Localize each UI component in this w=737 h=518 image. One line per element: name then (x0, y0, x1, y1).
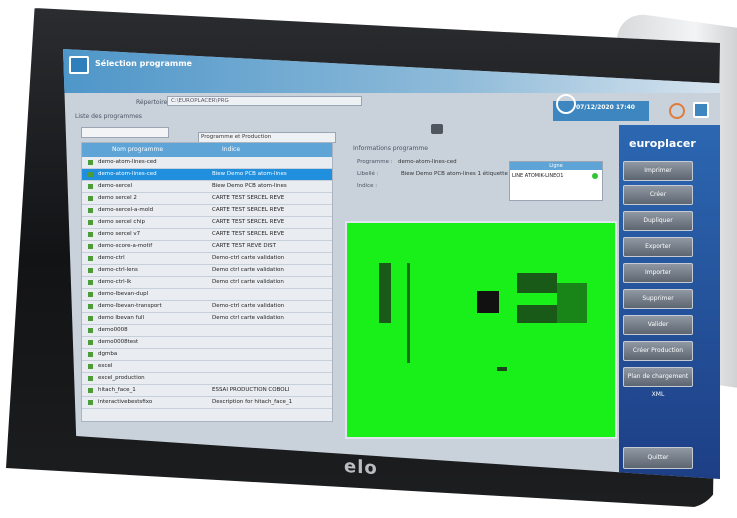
table-row[interactable]: demo-atom-lines-ced (82, 157, 332, 169)
validate-button[interactable]: Valider (623, 315, 693, 335)
pcb-chip (477, 291, 499, 313)
table-row[interactable]: demo0008 (82, 325, 332, 337)
pcb-component (379, 263, 391, 323)
table-row[interactable]: demo-ctrl Demo-ctrl carte validation (82, 253, 332, 265)
program-icon (88, 172, 93, 177)
lines-header: Ligne (510, 162, 602, 170)
quit-button[interactable]: Quitter (623, 447, 693, 469)
program-table: Nom programme Indice demo-atom-lines-ced… (81, 142, 333, 422)
table-row[interactable]: demo sercel v7 CARTE TEST SERCEL REVE (82, 229, 332, 241)
table-row[interactable]: hitach_face_1 ESSAI PRODUCTION COBOLI (82, 385, 332, 397)
table-row[interactable]: interactivebestsfixo Description for hita… (82, 397, 332, 409)
pcb-component (557, 283, 587, 323)
program-icon (88, 244, 93, 249)
app-icon (69, 56, 89, 74)
line-item[interactable]: LINE ATOMIK-LINEO1 (512, 173, 563, 179)
program-label: Programme : (357, 159, 393, 165)
status-dot-icon (592, 173, 598, 179)
table-row[interactable]: demo lbevan full Demo ctrl carte validati… (82, 313, 332, 325)
program-icon (88, 220, 93, 225)
search-input[interactable] (81, 127, 169, 138)
browse-button[interactable] (431, 124, 443, 134)
table-row[interactable]: demo-ctrl-lk Demo ctrl carte validation (82, 277, 332, 289)
program-icon (88, 304, 93, 309)
window-title: Sélection programme (95, 59, 192, 68)
table-header: Nom programme Indice (82, 143, 332, 157)
export-button[interactable]: Exporter (623, 237, 693, 257)
table-row[interactable]: demo0008test (82, 337, 332, 349)
program-icon (88, 400, 93, 405)
program-icon (88, 280, 93, 285)
path-field[interactable]: C:\EUROPLACER\PRG (167, 96, 362, 106)
import-button[interactable]: Importer (623, 263, 693, 283)
xml-loading-plan-button[interactable]: Plan de chargement XML (623, 367, 693, 398)
screen: Sélection programme Répertoire : C:\EURO… (63, 49, 720, 479)
table-row[interactable]: excel_production (82, 373, 332, 385)
program-icon (88, 160, 93, 165)
delete-button[interactable]: Supprimer (623, 289, 693, 309)
create-button[interactable]: Créer (623, 185, 693, 205)
program-icon (88, 256, 93, 261)
program-icon (88, 196, 93, 201)
program-icon (88, 388, 93, 393)
program-icon (88, 376, 93, 381)
table-row[interactable]: excel (82, 361, 332, 373)
program-icon (88, 184, 93, 189)
pcb-preview (345, 221, 617, 439)
pcb-component (407, 263, 410, 363)
indice-label: Indice : (357, 183, 378, 189)
pcb-component (517, 273, 557, 293)
table-row[interactable]: demo-sercel-a-mold CARTE TEST SERCEL REVE (82, 205, 332, 217)
program-icon (88, 340, 93, 345)
power-icon[interactable] (669, 103, 685, 119)
europlacer-logo: europlacer (629, 137, 696, 150)
pcb-component (517, 305, 557, 323)
path-label: Répertoire : (136, 99, 172, 106)
pcb-component (497, 367, 507, 371)
column-name: Nom programme (112, 146, 164, 153)
table-row[interactable]: demo-score-a-motif CARTE TEST REVE DIST (82, 241, 332, 253)
table-row[interactable]: demo-lbevan-dupl (82, 289, 332, 301)
table-row[interactable]: demo-ctrl-lens Demo ctrl carte validation (82, 265, 332, 277)
table-row[interactable]: dgmba (82, 349, 332, 361)
user-icon[interactable] (693, 102, 709, 118)
program-icon (88, 208, 93, 213)
table-row[interactable]: demo-lbevan-transport Demo-ctrl carte val… (82, 301, 332, 313)
create-production-button[interactable]: Créer Production (623, 341, 693, 361)
table-row[interactable]: demo sercel chip CARTE TEST SERCEL REVE (82, 217, 332, 229)
program-icon (88, 328, 93, 333)
clock-icon (556, 94, 576, 114)
program-icon (88, 292, 93, 297)
table-row[interactable]: demo-sercel Biew Demo PCB atom-lines (82, 181, 332, 193)
list-label: Liste des programmes (75, 113, 142, 120)
datetime: 07/12/2020 17:40 (576, 104, 635, 111)
program-value: demo-atom-lines-ced (398, 159, 457, 165)
info-title: Informations programme (353, 145, 428, 152)
table-row[interactable]: demo sercel 2 CARTE TEST SERCEL REVE (82, 193, 332, 205)
print-button[interactable]: Imprimer (623, 161, 693, 181)
libelle-label: Libellé : (357, 171, 379, 177)
libelle-value: Biew Demo PCB atom-lines 1 étiquette (401, 171, 508, 177)
program-icon (88, 352, 93, 357)
lines-list: Ligne LINE ATOMIK-LINEO1 (509, 161, 603, 201)
program-icon (88, 268, 93, 273)
column-indice: Indice (222, 146, 241, 153)
program-icon (88, 364, 93, 369)
elo-logo: elo (344, 455, 378, 480)
program-icon (88, 232, 93, 237)
table-row-selected[interactable]: demo-atom-lines-ced Biew Demo PCB atom-li… (82, 169, 332, 181)
program-icon (88, 316, 93, 321)
duplicate-button[interactable]: Dupliquer (623, 211, 693, 231)
